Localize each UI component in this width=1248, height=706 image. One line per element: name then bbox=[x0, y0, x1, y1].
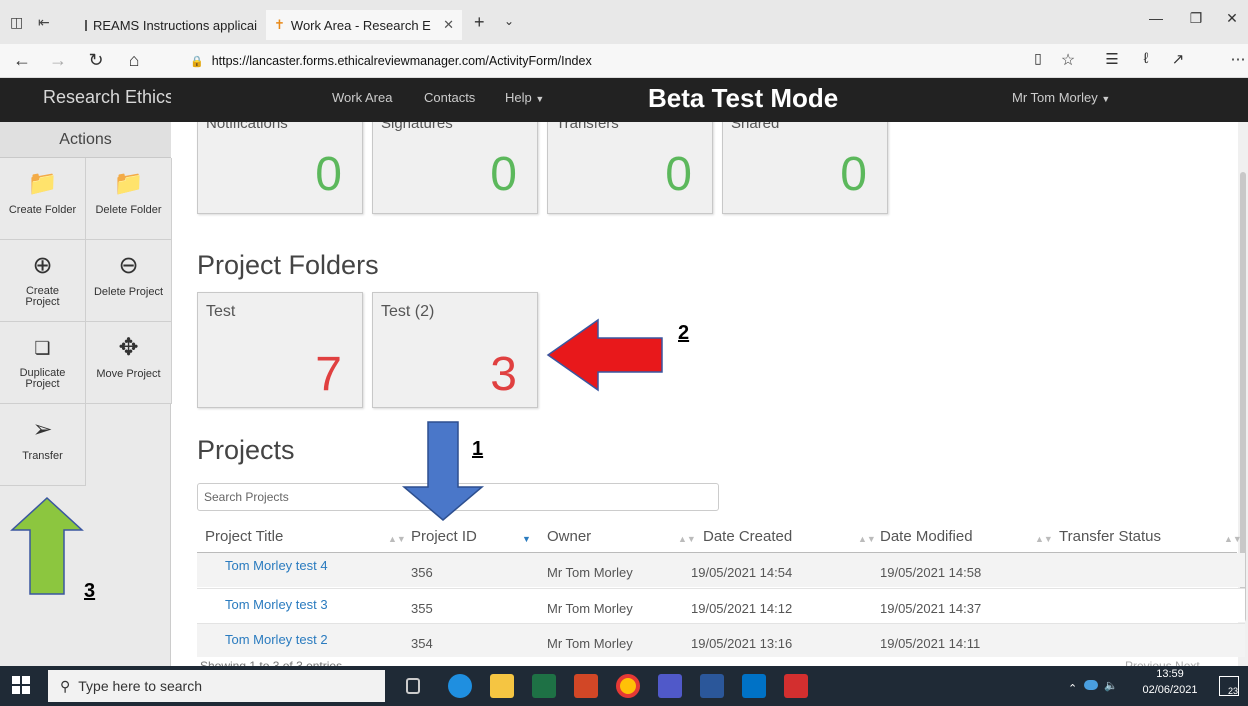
clock-time[interactable]: 13:59 bbox=[1140, 668, 1200, 680]
volume-icon[interactable]: 🔈 bbox=[1104, 679, 1118, 692]
edge-icon[interactable] bbox=[448, 674, 472, 698]
network-icon[interactable] bbox=[1084, 680, 1098, 690]
file-explorer-icon[interactable] bbox=[490, 674, 514, 698]
taskbar-search-placeholder: Type here to search bbox=[78, 678, 203, 694]
annotation-overlay bbox=[10, 318, 663, 595]
annotation-label-1: 1 bbox=[472, 438, 484, 460]
notification-count: 23 bbox=[1227, 686, 1238, 696]
blue-arrow bbox=[401, 421, 485, 521]
powerpoint-icon[interactable] bbox=[574, 674, 598, 698]
outlook-icon[interactable] bbox=[742, 674, 766, 698]
word-icon[interactable] bbox=[700, 674, 724, 698]
action-center-icon[interactable]: 23 bbox=[1219, 676, 1239, 696]
taskbar-search[interactable]: ⚲ Type here to search bbox=[48, 670, 385, 702]
excel-icon[interactable] bbox=[532, 674, 556, 698]
tray-chevron-icon[interactable]: ⌃ bbox=[1068, 682, 1077, 695]
search-icon: ⚲ bbox=[60, 677, 71, 694]
green-arrow bbox=[10, 496, 84, 595]
red-arrow bbox=[546, 318, 663, 392]
clock-date[interactable]: 02/06/2021 bbox=[1136, 684, 1204, 696]
annotation-label-2: 2 bbox=[678, 322, 690, 344]
chrome-icon[interactable] bbox=[616, 674, 640, 698]
task-view-icon[interactable] bbox=[406, 678, 420, 694]
annotation-label-3: 3 bbox=[84, 580, 96, 602]
acrobat-icon[interactable] bbox=[784, 674, 808, 698]
teams-icon[interactable] bbox=[658, 674, 682, 698]
windows-start-icon[interactable] bbox=[12, 676, 30, 694]
